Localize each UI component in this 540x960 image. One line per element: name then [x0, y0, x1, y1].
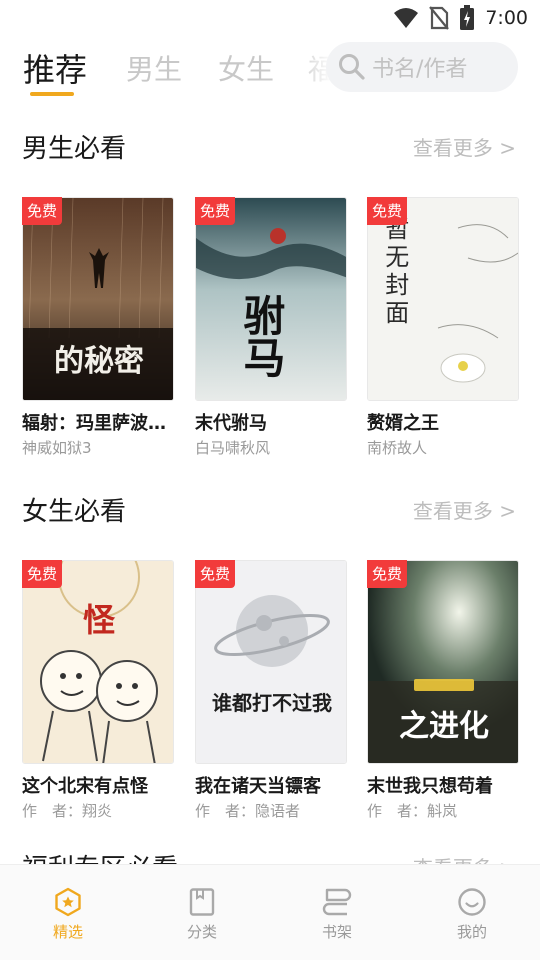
book-author: 作 者：隐语者 — [195, 802, 301, 820]
tab-female[interactable]: 女生 — [218, 48, 274, 88]
category-icon — [189, 888, 215, 916]
nav-profile[interactable]: 我的 — [432, 887, 512, 942]
book-cover: 暂无封面 — [367, 197, 519, 401]
tab-male[interactable]: 男生 — [126, 48, 182, 88]
book-cover: 谁都打不过我 — [195, 560, 347, 764]
section-title: 女生必看 — [22, 497, 127, 527]
cover-title: 的秘密 — [54, 344, 144, 379]
see-more-link[interactable]: 查看更多 > — [413, 495, 516, 524]
tab-recommend[interactable]: 推荐 — [23, 45, 87, 91]
status-bar: 7:00 — [0, 0, 540, 36]
status-icons: 7:00 — [393, 5, 528, 31]
free-badge: 免费 — [367, 197, 408, 225]
book-author: 白马啸秋风 — [195, 439, 271, 457]
free-badge: 免费 — [195, 197, 236, 225]
book-title: 赘婿之王 — [367, 413, 439, 434]
book-author: 作 者：斛岚 — [367, 802, 458, 820]
profile-icon — [458, 888, 486, 916]
free-badge: 免费 — [22, 560, 63, 588]
search-box[interactable]: 书名/作者 — [326, 42, 518, 92]
search-icon — [339, 54, 365, 80]
book-title: 末世我只想苟着 — [367, 776, 493, 797]
no-sim-icon — [429, 6, 450, 30]
book-title: 辐射：玛里萨波… — [22, 413, 166, 434]
nav-label: 分类 — [186, 923, 217, 941]
section-title: 男生必看 — [22, 134, 127, 164]
cover-title: 暂无封面 — [380, 216, 409, 328]
nav-bookshelf[interactable]: 书架 — [297, 887, 377, 942]
book-author: 南桥故人 — [367, 439, 428, 457]
book-cover: 驸马 — [195, 197, 347, 401]
book-title: 我在诸天当镖客 — [195, 776, 321, 797]
free-badge: 免费 — [367, 560, 408, 588]
book-cover: 的秘密 — [22, 197, 174, 401]
book-author: 作 者：翔炎 — [22, 802, 113, 820]
cover-title: 谁都打不过我 — [212, 691, 332, 715]
book-author: 神威如狱3 — [22, 439, 92, 457]
wifi-icon — [394, 8, 419, 28]
cover-title: 驸马 — [237, 294, 286, 378]
see-more-link[interactable]: 查看更多 > — [413, 132, 516, 161]
free-badge: 免费 — [195, 560, 236, 588]
bookshelf-icon — [322, 888, 352, 916]
featured-icon — [55, 887, 81, 917]
cover-title: 怪 — [82, 601, 115, 639]
battery-charging-icon — [460, 5, 475, 30]
cover-title: 之进化 — [399, 709, 489, 744]
nav-label: 书架 — [321, 923, 352, 941]
search-placeholder: 书名/作者 — [372, 57, 468, 82]
nav-label: 我的 — [456, 923, 487, 941]
status-time: 7:00 — [485, 7, 528, 29]
free-badge: 免费 — [22, 197, 63, 225]
bottom-nav: 精选 分类 书架 我的 — [0, 864, 540, 960]
tab-active-indicator — [30, 92, 74, 96]
book-title: 这个北宋有点怪 — [22, 776, 148, 797]
book-cover: 之进化 — [367, 560, 519, 764]
top-tabs: 推荐 男生 女生 福 书名/作者 — [0, 42, 540, 98]
nav-featured[interactable]: 精选 — [28, 887, 108, 942]
book-cover: 怪 — [22, 560, 174, 764]
nav-category[interactable]: 分类 — [162, 887, 242, 942]
nav-label: 精选 — [52, 923, 83, 941]
book-title: 末代驸马 — [195, 413, 267, 434]
